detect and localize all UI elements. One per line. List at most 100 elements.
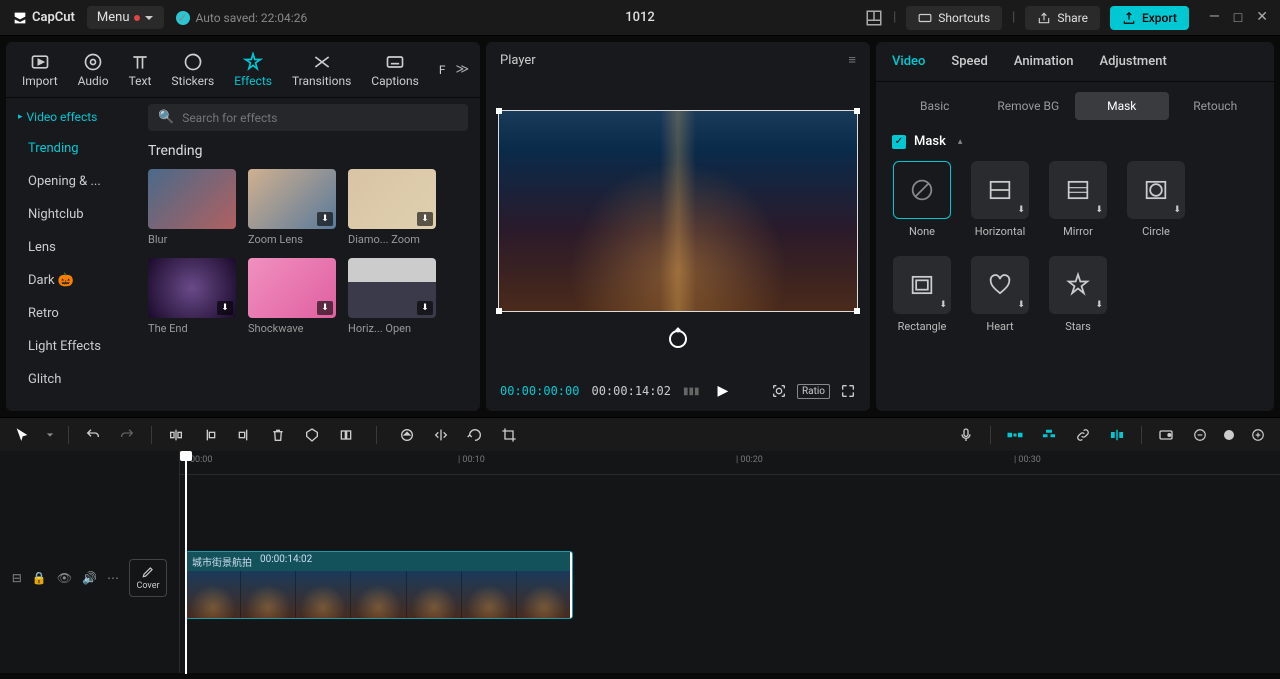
props-tab-video[interactable]: Video bbox=[892, 54, 925, 69]
tab-text[interactable]: Text bbox=[119, 52, 162, 88]
effect-item[interactable]: ⬇Horiz... Open bbox=[348, 258, 436, 335]
split-tool[interactable] bbox=[166, 425, 186, 445]
marker-tool[interactable] bbox=[302, 425, 322, 445]
preview-quality-icon[interactable]: ▮▮▮ bbox=[683, 386, 700, 397]
menu-button[interactable]: Menu bbox=[87, 6, 164, 29]
track-collapse-icon[interactable]: ⊟ bbox=[12, 571, 22, 585]
layout-icon[interactable] bbox=[865, 9, 883, 27]
mask-option-circle[interactable]: ⬇Circle bbox=[1126, 161, 1186, 238]
sidebar-title[interactable]: Video effects bbox=[6, 102, 136, 132]
tab-more[interactable]: F bbox=[429, 63, 448, 77]
shortcuts-button[interactable]: Shortcuts bbox=[906, 6, 1002, 30]
effect-category[interactable]: Trending bbox=[6, 132, 136, 165]
frame-tool[interactable] bbox=[336, 425, 356, 445]
fullscreen-preview-icon[interactable] bbox=[771, 383, 787, 399]
redo-button[interactable] bbox=[117, 425, 137, 445]
expand-icon[interactable] bbox=[840, 383, 856, 399]
track-more-icon[interactable]: ⋯ bbox=[107, 571, 119, 585]
timeline-ruler[interactable]: 00:00 | 00:10 | 00:20 | 00:30 bbox=[180, 451, 1280, 475]
effect-category[interactable]: Retro bbox=[6, 297, 136, 330]
tab-import[interactable]: Import bbox=[12, 52, 68, 88]
mirror-tool[interactable] bbox=[431, 425, 451, 445]
tab-stickers[interactable]: Stickers bbox=[161, 52, 224, 88]
effect-category[interactable]: Lens bbox=[6, 231, 136, 264]
effect-category[interactable]: Dark 🎃 bbox=[6, 264, 136, 297]
mic-icon[interactable] bbox=[956, 425, 976, 445]
resize-handle[interactable] bbox=[854, 308, 860, 314]
close-button[interactable]: ✕ bbox=[1256, 9, 1268, 26]
section-title: Trending bbox=[148, 143, 468, 159]
effect-item[interactable]: ⬇Zoom Lens bbox=[248, 169, 336, 246]
effect-label: Zoom Lens bbox=[248, 233, 336, 246]
video-preview[interactable] bbox=[498, 110, 858, 312]
effect-item[interactable]: Blur bbox=[148, 169, 236, 246]
ratio-button[interactable]: Ratio bbox=[797, 384, 830, 399]
mask-option-rectangle[interactable]: ⬇Rectangle bbox=[892, 256, 952, 333]
zoom-slider[interactable] bbox=[1224, 430, 1234, 440]
download-icon: ⬇ bbox=[939, 300, 947, 310]
zoom-in-icon[interactable] bbox=[1248, 425, 1268, 445]
effect-category[interactable]: Glitch bbox=[6, 363, 136, 396]
selection-tool[interactable] bbox=[12, 425, 32, 445]
chevron-down-icon[interactable] bbox=[46, 431, 54, 439]
tab-audio[interactable]: Audio bbox=[68, 52, 119, 88]
subtab-remove-bg[interactable]: Remove BG bbox=[982, 92, 1076, 120]
subtab-retouch[interactable]: Retouch bbox=[1169, 92, 1263, 120]
reverse-tool[interactable] bbox=[397, 425, 417, 445]
mask-option-none[interactable]: None bbox=[892, 161, 952, 238]
trim-left-tool[interactable] bbox=[200, 425, 220, 445]
effect-category[interactable]: Opening & ... bbox=[6, 165, 136, 198]
mask-section-label: Mask bbox=[914, 134, 946, 149]
search-icon: 🔍 bbox=[158, 110, 174, 125]
search-input[interactable]: 🔍 bbox=[148, 104, 468, 131]
share-button[interactable]: Share bbox=[1025, 6, 1100, 30]
rotate-tool[interactable] bbox=[465, 425, 485, 445]
effect-item[interactable]: ⬇Diamo... Zoom bbox=[348, 169, 436, 246]
zoom-out-icon[interactable] bbox=[1190, 425, 1210, 445]
resize-handle[interactable] bbox=[496, 108, 502, 114]
props-tab-adjustment[interactable]: Adjustment bbox=[1099, 54, 1166, 69]
search-field[interactable] bbox=[182, 111, 458, 125]
props-tab-speed[interactable]: Speed bbox=[951, 54, 987, 69]
preview-snap-icon[interactable] bbox=[1107, 425, 1127, 445]
trim-right-tool[interactable] bbox=[234, 425, 254, 445]
mask-checkbox[interactable]: ✓ bbox=[892, 135, 906, 149]
magnet-track-icon[interactable] bbox=[1039, 425, 1059, 445]
minimize-button[interactable]: — bbox=[1209, 9, 1220, 26]
magnet-main-icon[interactable] bbox=[1005, 425, 1025, 445]
effect-category[interactable]: Nightclub bbox=[6, 198, 136, 231]
resize-handle[interactable] bbox=[496, 308, 502, 314]
undo-button[interactable] bbox=[83, 425, 103, 445]
crop-tool[interactable] bbox=[499, 425, 519, 445]
effect-item[interactable]: ⬇Shockwave bbox=[248, 258, 336, 335]
mask-option-mirror[interactable]: ⬇Mirror bbox=[1048, 161, 1108, 238]
link-icon[interactable] bbox=[1073, 425, 1093, 445]
maximize-button[interactable]: □ bbox=[1234, 9, 1242, 26]
play-button[interactable]: ▶ bbox=[717, 383, 728, 399]
delete-tool[interactable] bbox=[268, 425, 288, 445]
tab-captions[interactable]: Captions bbox=[361, 52, 429, 88]
video-clip[interactable]: 城市街景航拍 00:00:14:02 bbox=[185, 551, 573, 619]
track-visible-icon[interactable]: 👁 bbox=[57, 571, 72, 585]
effect-category[interactable]: Light Effects bbox=[6, 330, 136, 363]
mask-option-stars[interactable]: ⬇Stars bbox=[1048, 256, 1108, 333]
mask-option-heart[interactable]: ⬇Heart bbox=[970, 256, 1030, 333]
props-tab-animation[interactable]: Animation bbox=[1014, 54, 1074, 69]
subtab-mask[interactable]: Mask bbox=[1075, 92, 1169, 120]
player-menu-icon[interactable]: ≡ bbox=[848, 52, 856, 68]
playhead[interactable] bbox=[185, 451, 187, 674]
collapse-icon[interactable]: ▴ bbox=[958, 137, 963, 147]
preview-render-icon[interactable] bbox=[1156, 425, 1176, 445]
tab-transitions[interactable]: Transitions bbox=[282, 52, 361, 88]
effect-item[interactable]: ⬇The End bbox=[148, 258, 236, 335]
cover-button[interactable]: Cover bbox=[129, 559, 167, 597]
rotate-handle[interactable] bbox=[669, 330, 687, 348]
subtab-basic[interactable]: Basic bbox=[888, 92, 982, 120]
resize-handle[interactable] bbox=[854, 108, 860, 114]
mask-option-horizontal[interactable]: ⬇Horizontal bbox=[970, 161, 1030, 238]
tab-effects[interactable]: Effects bbox=[224, 52, 282, 88]
export-button[interactable]: Export bbox=[1110, 6, 1189, 30]
track-mute-icon[interactable]: 🔊 bbox=[82, 571, 97, 585]
track-lock-icon[interactable]: 🔒 bbox=[32, 571, 47, 585]
scroll-right-icon[interactable]: ≫ bbox=[448, 62, 478, 77]
